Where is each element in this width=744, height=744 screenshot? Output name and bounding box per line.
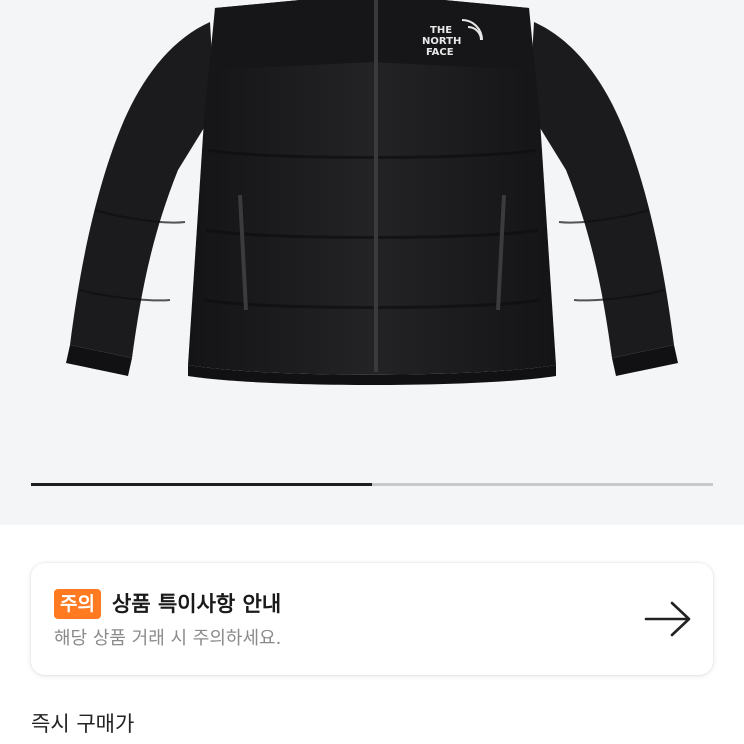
image-carousel-indicator bbox=[31, 483, 713, 486]
notice-subtitle: 해당 상품 거래 시 주의하세요. bbox=[54, 628, 282, 649]
notice-title: 상품 특이사항 안내 bbox=[112, 592, 282, 616]
product-image-area[interactable]: THE NORTH FACE bbox=[0, 0, 744, 525]
arrow-right-icon[interactable] bbox=[644, 599, 692, 639]
product-image: THE NORTH FACE bbox=[66, 0, 678, 385]
carousel-progress bbox=[31, 483, 372, 486]
caution-badge: 주의 bbox=[54, 589, 101, 619]
svg-text:NORTH: NORTH bbox=[422, 36, 461, 47]
svg-text:FACE: FACE bbox=[426, 47, 454, 58]
svg-text:THE: THE bbox=[430, 25, 452, 36]
product-notice-card[interactable]: 주의 상품 특이사항 안내 해당 상품 거래 시 주의하세요. bbox=[31, 563, 713, 675]
instant-price-label: 즉시 구매가 bbox=[31, 712, 135, 736]
